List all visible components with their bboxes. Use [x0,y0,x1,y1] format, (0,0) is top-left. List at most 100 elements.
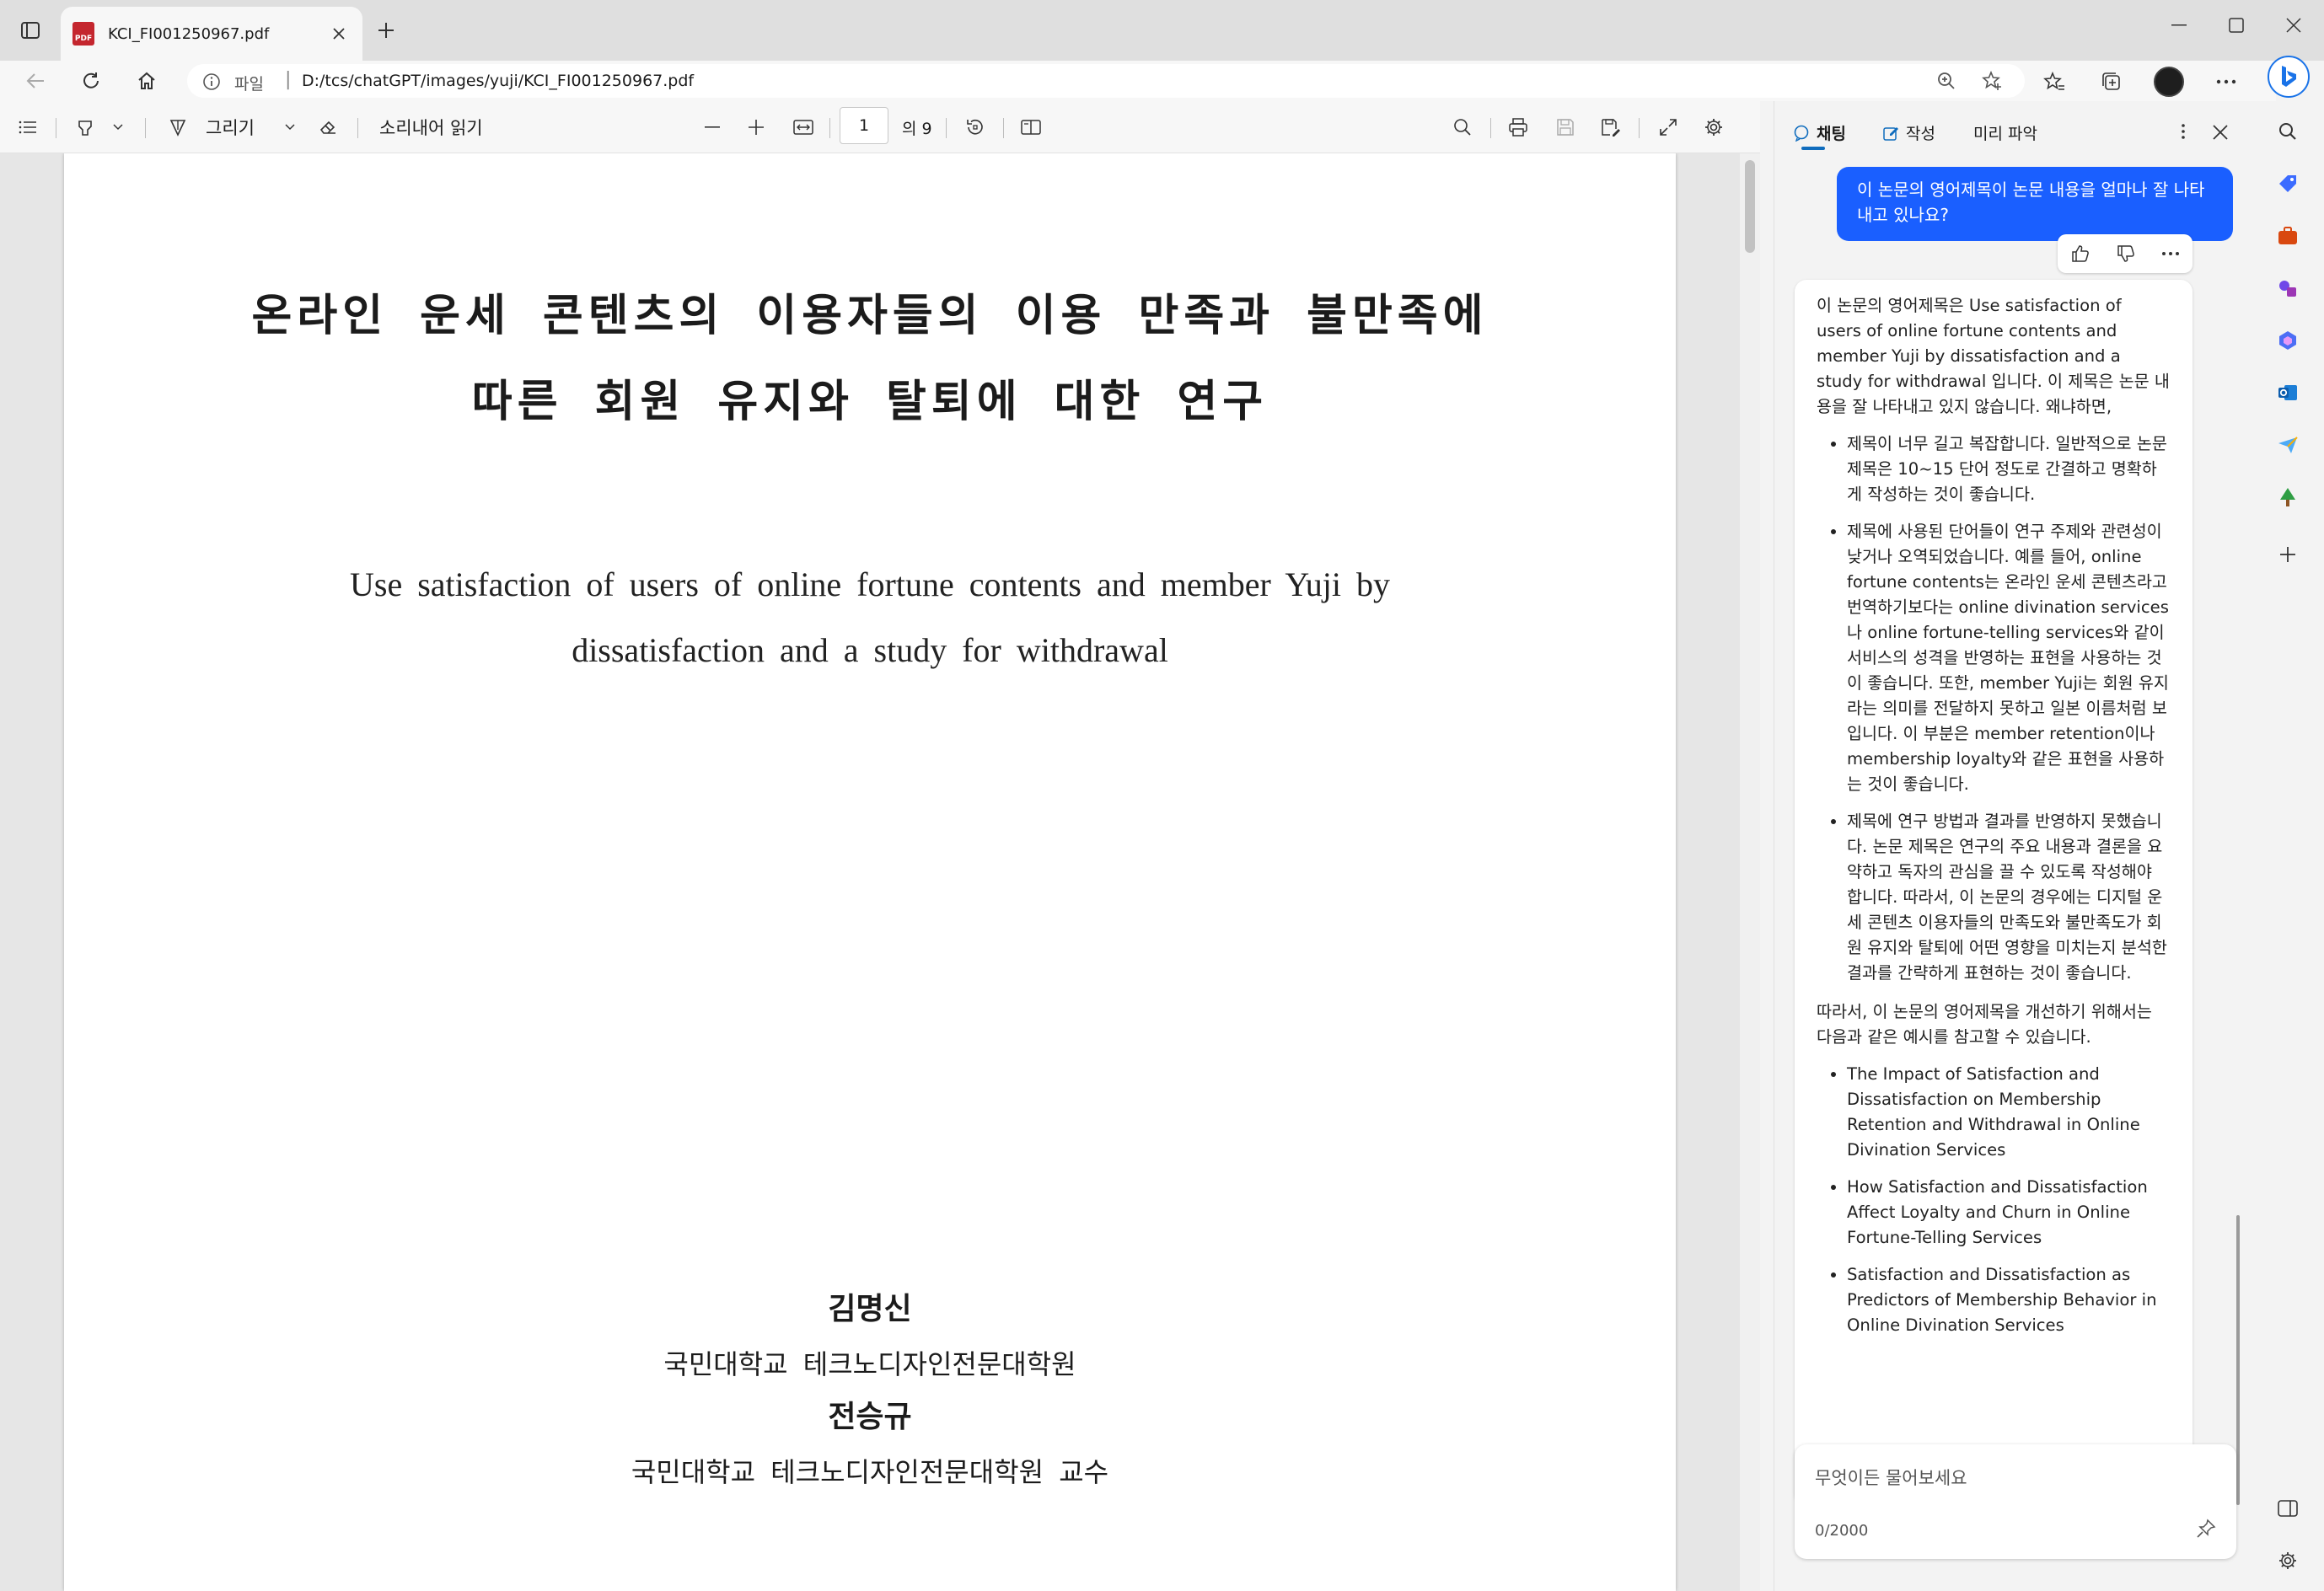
search-icon[interactable] [1448,113,1477,142]
toolbar-divider [1490,118,1491,138]
author-affiliation-2: 국민대학교 테크노디자인전문대학원 교수 [631,1456,1109,1488]
tab-actions-menu-icon[interactable] [12,15,49,46]
chat-input-placeholder: 무엇이든 물어보세요 [1815,1468,1967,1488]
url-scheme-label: 파일 [234,75,264,94]
response-suggestion-intro: 따라서, 이 논문의 영어제목을 개선하기 위해서는 다음과 같은 예시를 참고… [1817,1002,2152,1047]
save-as-icon[interactable] [1597,113,1625,142]
fit-to-width-icon[interactable] [789,113,818,142]
profile-avatar[interactable] [2154,67,2184,97]
microsoft-365-icon[interactable] [2273,325,2303,356]
drop-send-icon[interactable] [2273,430,2303,460]
url-text: D:/tcs/chatGPT/images/yuji/KCI_FI0012509… [302,72,695,90]
add-favorite-icon[interactable] [1978,67,2006,95]
list-item: How Satisfaction and Dissatisfaction Aff… [1847,1175,2171,1251]
url-field[interactable]: 파일 | D:/tcs/chatGPT/images/yuji/KCI_FI00… [187,64,2025,98]
thumbs-down-icon[interactable] [2116,244,2136,264]
tab-insights[interactable]: 미리 파악 [1973,121,2037,144]
compose-pencil-icon [1883,126,1898,141]
draw-pen-icon[interactable] [165,113,191,142]
games-icon[interactable] [2273,273,2303,303]
toolbar-divider [946,118,947,138]
response-intro: 이 논문의 영어제목은 Use satisfaction of users of… [1817,296,2170,416]
zoom-in-icon[interactable] [743,113,769,142]
eraser-icon[interactable] [315,113,341,142]
collections-icon[interactable] [2097,67,2126,96]
chat-tab-bar: 채팅 작성 미리 파악 [1774,101,2253,155]
home-icon[interactable] [130,64,164,98]
favorites-icon[interactable] [2040,67,2069,96]
list-item: 제목에 연구 방법과 결과를 반영하지 못했습니다. 논문 제목은 연구의 주요… [1847,809,2171,986]
contents-list-icon[interactable] [15,113,40,142]
message-more-icon[interactable] [2161,251,2180,256]
assistant-response-card: 이 논문의 영어제목은 Use satisfaction of users of… [1795,280,2193,1505]
zoom-out-icon[interactable] [700,113,725,142]
settings-gear-icon[interactable] [1699,113,1728,142]
tree-icon[interactable] [2273,482,2303,512]
copilot-chat-panel: 채팅 작성 미리 파악 이 논문의 영어제목이 논문 내용을 얼마나 잘 나타내… [1774,101,2252,1591]
tab-close-icon[interactable] [327,22,351,46]
pdf-viewport[interactable]: 온라인 운세 콘텐츠의 이용자들의 이용 만족과 불만족에 따른 회원 유지와 … [0,153,1760,1591]
response-reasons-list: 제목이 너무 길고 복잡합니다. 일반적으로 논문 제목은 10~15 단어 정… [1817,431,2171,986]
more-options-icon[interactable] [2212,67,2241,96]
outlook-icon[interactable] [2273,378,2303,408]
pdf-page: 온라인 운세 콘텐츠의 이용자들의 이용 만족과 불만족에 따른 회원 유지와 … [64,153,1676,1591]
maximize-button[interactable] [2207,8,2266,42]
rotate-icon[interactable] [961,113,990,142]
minimize-button[interactable] [2150,8,2209,42]
add-sidebar-app-icon[interactable] [2273,539,2303,570]
english-title-line-1: Use satisfaction of users of online fort… [349,565,1390,603]
chat-bubble-icon [1794,125,1809,142]
shopping-tag-icon[interactable] [2273,169,2303,199]
tab-title: KCI_FI001250967.pdf [108,24,270,43]
page-number-input[interactable]: 1 [840,107,888,144]
tab-chat-label: 채팅 [1817,125,1846,143]
pdf-scrollbar-thumb[interactable] [1745,160,1755,253]
draw-dropdown-chevron-icon[interactable] [280,113,300,142]
print-icon[interactable] [1504,113,1532,142]
author-name-1: 김명신 [828,1291,912,1326]
read-aloud-button[interactable]: 소리내어 읽기 [379,113,483,142]
zoom-icon[interactable] [1932,67,1961,95]
panel-more-icon[interactable] [2181,123,2186,140]
sidebar-search-icon[interactable] [2273,116,2303,147]
author-name-2: 전승규 [828,1399,912,1434]
thumbs-up-icon[interactable] [2070,244,2091,264]
toolbar-divider [1003,118,1004,138]
message-feedback-bar [2058,234,2193,273]
bing-copilot-icon[interactable] [2268,56,2310,98]
close-window-button[interactable] [2264,8,2323,42]
browser-tab-active[interactable]: PDF KCI_FI001250967.pdf [61,7,362,61]
new-tab-button[interactable] [369,15,403,46]
fullscreen-expand-icon[interactable] [1654,113,1683,142]
back-arrow-icon[interactable] [19,64,52,98]
panel-close-icon[interactable] [2213,125,2228,140]
save-icon[interactable] [1551,113,1580,142]
toolbar-divider [1639,118,1640,138]
info-icon[interactable] [202,72,221,91]
chat-scrollbar-thumb[interactable] [2236,1215,2240,1505]
browser-title-bar: PDF KCI_FI001250967.pdf [0,0,2324,61]
highlight-dropdown-chevron-icon[interactable] [108,113,128,142]
tools-briefcase-icon[interactable] [2273,221,2303,251]
list-item: The Impact of Satisfaction and Dissatisf… [1847,1062,2171,1163]
hide-sidebar-icon[interactable] [2273,1493,2303,1524]
pdf-file-icon: PDF [72,22,94,46]
draw-button[interactable]: 그리기 [206,113,255,142]
chat-input-box[interactable]: 무엇이든 물어보세요 0/2000 [1795,1444,2236,1559]
list-item: Satisfaction and Dissatisfaction as Pred… [1847,1262,2171,1338]
tab-chat[interactable]: 채팅 [1793,121,1846,144]
pin-icon[interactable] [2196,1519,2216,1539]
pdf-toolbar: 그리기 소리내어 읽기 1 의 9 [0,101,1760,153]
highlight-icon[interactable] [72,113,98,142]
sidebar-settings-gear-icon[interactable] [2273,1545,2303,1576]
refresh-icon[interactable] [74,64,108,98]
list-item: 제목에 사용된 단어들이 연구 주제와 관련성이 낮거나 오역되었습니다. 예를… [1847,519,2171,797]
tab-compose[interactable]: 작성 [1882,121,1935,144]
toolbar-divider [829,118,830,138]
page-view-icon[interactable] [1017,113,1045,142]
user-message-bubble: 이 논문의 영어제목이 논문 내용을 얼마나 잘 나타내고 있나요? [1837,167,2233,241]
toolbar-divider [145,118,146,138]
page-total-label: 의 9 [902,120,932,138]
pdf-scrollbar[interactable] [1740,153,1760,1591]
char-count: 0/2000 [1815,1522,1869,1540]
